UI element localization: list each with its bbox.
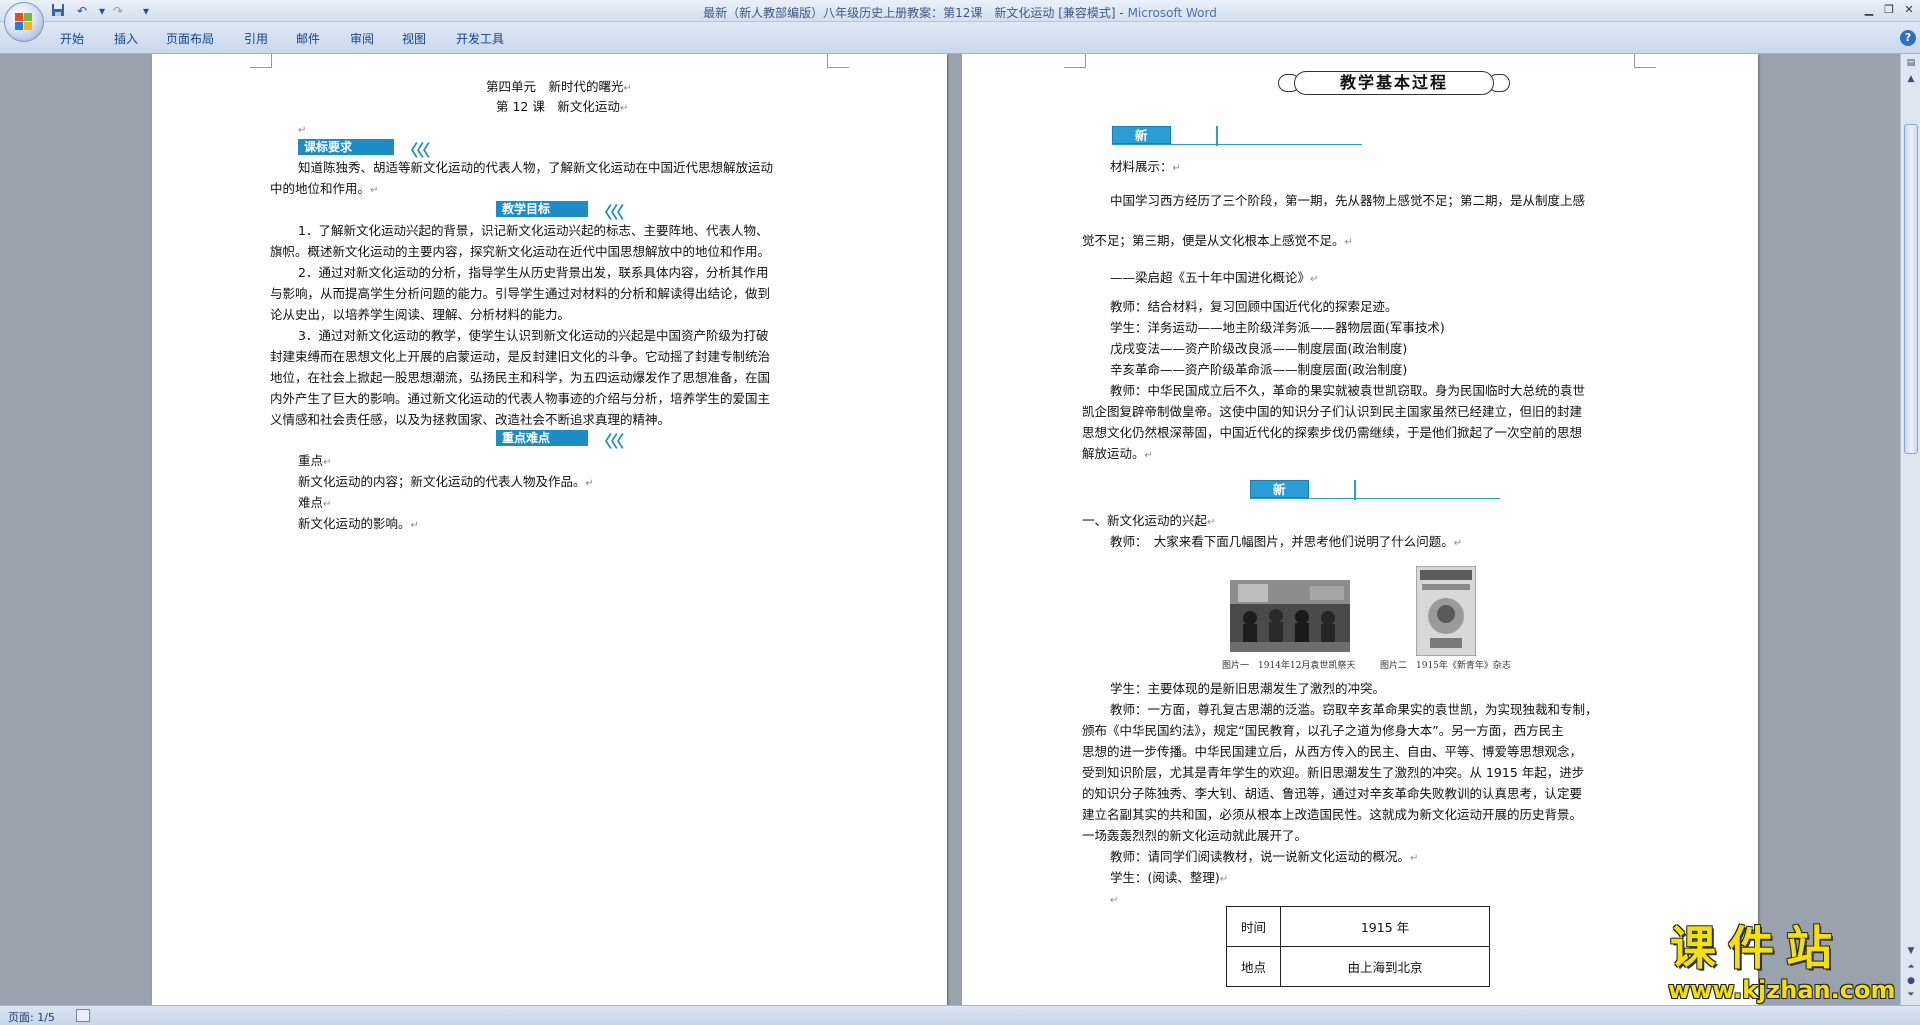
page-2[interactable]: 教学基本过程 新课导入 材料展示：↵ 中国学习西方经历了三个阶段，第一期，先从器… [962, 54, 1758, 1005]
watermark-logo: 课件站 www.kjzhan.com [1660, 922, 1900, 1006]
table-row: 地点 由上海到北京 [1226, 946, 1490, 987]
goal-line: 旗帜。概述新文化运动的主要内容，探究新文化运动在近代中国思想解放中的地位和作用。 [270, 244, 771, 259]
body-line: 教师：请同学们阅读教材，说一说新文化运动的概况。↵ [1110, 849, 1419, 864]
margin-corner [1064, 54, 1086, 68]
page-number-status[interactable]: 页面: 1/5 [8, 1009, 55, 1025]
status-bar: 页面: 1/5 [0, 1005, 1920, 1025]
body-line: 思想的进一步传播。中华民国建立后，从西方传入的民主、自由、平等、博爱等思想观念， [1082, 744, 1583, 759]
help-icon[interactable]: ? [1900, 30, 1916, 46]
photo-new-youth-magazine [1415, 565, 1477, 657]
office-logo-icon [15, 13, 33, 31]
body-line: 一场轰轰烈烈的新文化运动就此展开了。 [1082, 828, 1308, 843]
quote-line: 觉不足；第三期，便是从文化根本上感觉不足。↵ [1082, 233, 1353, 248]
difficulty-text: 新文化运动的影响。↵ [298, 516, 419, 531]
lesson-title: 第 12 课 新文化运动↵ [496, 99, 629, 114]
office-button[interactable] [4, 2, 44, 42]
document-area[interactable]: 第四单元 新时代的曙光↵ 第 12 课 新文化运动↵ ↵ 课标要求 〈〈〈 知道… [0, 54, 1900, 1005]
body-line: 建立名副其实的共和国，必须从根本上改造国民性。这就成为新文化运动开展的历史背景。 [1082, 807, 1583, 822]
goal-line: 1．了解新文化运动兴起的背景，识记新文化运动兴起的标志、主要阵地、代表人物、 [298, 223, 769, 238]
body-line: 颁布《中华民国约法》，规定“国民教育，以孔子之道为修身大本”。另一方面，西方民主 [1082, 723, 1564, 738]
goal-line: 论从史出，以培养学生阅读、理解、分析材料的能力。 [270, 307, 571, 322]
tab-review[interactable]: 审阅 [350, 30, 374, 47]
intro-line: 解放运动。↵ [1082, 446, 1153, 461]
photo-caption-2: 图片二 1915年《新青年》杂志 [1380, 661, 1511, 671]
table-cell-label[interactable]: 时间 [1226, 906, 1281, 947]
table-cell-label[interactable]: 地点 [1226, 946, 1281, 987]
intro-line: 教师：中华民国成立后不久，革命的果实就被袁世凯窃取。身为民国临时大总统的袁世 [1110, 383, 1586, 398]
body-line: 学生：(阅读、整理)↵ [1110, 870, 1229, 885]
goal-line: 与影响，从而提高学生分析问题的能力。引导学生通过对材料的分析和解读得出结论，做到 [270, 286, 771, 301]
scroll-down-icon[interactable]: ▼ [1904, 944, 1918, 958]
intro-line: 思想文化仍然根深蒂固，中国近代化的探索步伐仍需继续，于是他们掀起了一次空前的思想 [1082, 425, 1583, 440]
restore-icon[interactable]: ❐ [1880, 2, 1898, 18]
title-bar: ↶ ▾ ↷ ▾ 最新（新人教部编版）八年级历史上册教案：第12课 新文化运动 [… [0, 0, 1920, 22]
goal-line: 义情感和社会责任感，以及为拯救国家、改造社会不断追求真理的精神。 [270, 412, 671, 427]
process-title: 教学基本过程 [1294, 71, 1494, 95]
tab-insert[interactable]: 插入 [114, 30, 138, 47]
key-label: 重点↵ [298, 453, 332, 468]
goal-line: 内外产生了巨大的影响。通过新文化运动的代表人物事迹的介绍与分析，培养学生的爱国主 [270, 391, 771, 406]
close-icon[interactable]: ✕ [1900, 2, 1918, 18]
goal-line: 2．通过对新文化运动的分析，指导学生从历史背景出发，联系具体内容，分析其作用 [298, 265, 769, 280]
tab-mailings[interactable]: 邮件 [296, 30, 320, 47]
minimize-icon[interactable]: ▁ [1860, 2, 1878, 18]
table-row: 时间 1915 年 [1226, 906, 1490, 947]
requirements-line: 知道陈独秀、胡适等新文化运动的代表人物，了解新文化运动在中国近代思想解放运动 [298, 160, 774, 175]
margin-corner [1634, 54, 1656, 68]
ruler-toggle-icon[interactable]: ▤ [1904, 56, 1918, 70]
overview-table: 时间 1915 年 地点 由上海到北京 [1226, 906, 1490, 987]
chevrons-icon: 〈〈〈 [596, 432, 624, 451]
paragraph-mark: ↵ [1110, 895, 1119, 906]
watermark-url: www.kjzhan.com [1668, 976, 1896, 1004]
difficulty-label: 难点↵ [298, 495, 332, 510]
ribbon-tabs: 开始 插入 页面布局 引用 邮件 审阅 视图 开发工具 ? [0, 22, 1920, 54]
body-line: 的知识分子陈独秀、李大钊、胡适、鲁迅等，通过对辛亥革命失败教训的认真思考，认定要 [1082, 786, 1583, 801]
goal-line: 3．通过对新文化运动的教学，使学生认识到新文化运动的兴起是中国资产阶级为打破 [298, 328, 769, 343]
app-name: Microsoft Word [1127, 6, 1217, 20]
tab-page-layout[interactable]: 页面布局 [166, 30, 214, 47]
paragraph-mark: ↵ [298, 125, 307, 136]
requirements-line: 中的地位和作用。↵ [270, 181, 379, 196]
proofing-icon[interactable] [76, 1009, 90, 1022]
intro-line: 教师：结合材料，复习回顾中国近代化的探索足迹。 [1110, 299, 1398, 314]
intro-line: 戊戌变法——资产阶级改良派——制度层面(政治制度) [1110, 341, 1408, 356]
page-1[interactable]: 第四单元 新时代的曙光↵ 第 12 课 新文化运动↵ ↵ 课标要求 〈〈〈 知道… [152, 54, 947, 1005]
tab-home[interactable]: 开始 [60, 30, 84, 47]
table-cell-value[interactable]: 1915 年 [1280, 906, 1490, 947]
process-title-scroll: 教学基本过程 [1274, 68, 1514, 100]
teacher-prompt: 教师： 大家来看下面几幅图片，并思考他们说明了什么问题。↵ [1110, 534, 1463, 549]
quote-line: 中国学习西方经历了三个阶段，第一期，先从器物上感觉不足；第二期，是从制度上感 [1110, 193, 1586, 208]
intro-line: 辛亥革命——资产阶级革命派——制度层面(政治制度) [1110, 362, 1408, 377]
tab-view[interactable]: 视图 [402, 30, 426, 47]
key-text: 新文化运动的内容；新文化运动的代表人物及作品。↵ [298, 474, 594, 489]
tab-developer[interactable]: 开发工具 [456, 30, 504, 47]
photo-yuan-shikai [1230, 580, 1350, 652]
vertical-scrollbar[interactable]: ▤ ▲ ▼ ⏶ ● ⏷ [1900, 54, 1920, 1005]
goal-line: 地位，在社会上掀起一股思想潮流，弘扬民主和科学，为五四运动爆发作了思想准备，在国 [270, 370, 771, 385]
body-line: 受到知识阶层，尤其是青年学生的欢迎。新旧思潮发生了激烈的冲突。从 1915 年起… [1082, 765, 1585, 780]
scrollbar-thumb[interactable] [1904, 124, 1918, 454]
quote-source: ——梁启超《五十年中国进化概论》↵ [1110, 270, 1319, 285]
watermark-title: 课件站 [1670, 921, 1844, 975]
margin-corner [827, 54, 849, 68]
scroll-up-icon[interactable]: ▲ [1904, 72, 1918, 86]
body-line: 学生：主要体现的是新旧思潮发生了激烈的冲突。 [1110, 681, 1386, 696]
previous-page-icon[interactable]: ⏶ [1904, 960, 1918, 974]
table-cell-value[interactable]: 由上海到北京 [1280, 946, 1490, 987]
next-page-icon[interactable]: ⏷ [1904, 988, 1918, 1002]
tab-references[interactable]: 引用 [244, 30, 268, 47]
intro-line: 学生：洋务运动——地主阶级洋务派——器物层面(军事技术) [1110, 320, 1445, 335]
document-title: 最新（新人教部编版）八年级历史上册教案：第12课 新文化运动 [兼容模式] - [703, 6, 1128, 20]
body-line: 教师：一方面，尊孔复古思潮的泛滥。窃取辛亥革命果实的袁世凯，为实现独裁和专制， [1110, 702, 1598, 717]
margin-corner [250, 54, 272, 68]
photo-caption-1: 图片一 1914年12月袁世凯祭天 [1222, 661, 1356, 671]
sub-heading: 一、新文化运动的兴起↵ [1082, 513, 1216, 528]
material-label: 材料展示：↵ [1110, 159, 1181, 174]
goal-line: 封建束缚而在思想文化上开展的启蒙运动，是反封建旧文化的斗争。它动摇了封建专制统治 [270, 349, 771, 364]
browse-object-icon[interactable]: ● [1904, 974, 1918, 988]
intro-line: 凯企图复辟帝制做皇帝。这使中国的知识分子们认识到民主国家虽然已经建立，但旧的封建 [1082, 404, 1583, 419]
window-title: 最新（新人教部编版）八年级历史上册教案：第12课 新文化运动 [兼容模式] - … [0, 4, 1920, 21]
